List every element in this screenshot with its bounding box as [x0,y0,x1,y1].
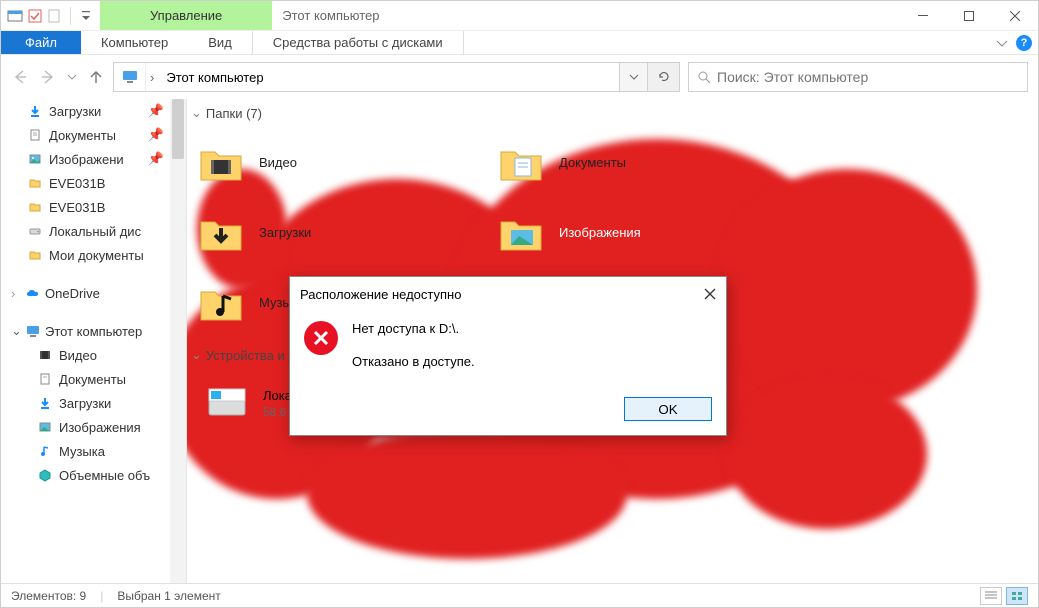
search-icon [697,70,711,84]
sidebar-pc-3dobjects[interactable]: Объемные объ [1,463,186,487]
error-icon [304,321,338,355]
folder-icon [27,199,43,215]
images-icon [27,151,43,167]
address-bar[interactable]: › Этот компьютер [113,62,680,92]
quick-access-toolbar [1,1,100,30]
new-folder-icon[interactable] [47,8,63,24]
tab-computer[interactable]: Компьютер [81,31,188,54]
address-history-dropdown[interactable] [619,63,647,91]
sidebar-item-my-documents[interactable]: Мои документы [1,243,186,267]
qat-chevron-icon[interactable] [78,8,94,24]
onedrive-icon [25,285,41,301]
properties-icon[interactable] [27,8,43,24]
search-box[interactable] [688,62,1028,92]
explorer-window: Управление Этот компьютер Файл Компьютер… [0,0,1039,608]
this-pc-icon [25,323,41,339]
ribbon-context-tab[interactable]: Управление [100,1,272,30]
qat-separator [70,7,71,25]
nav-history-icon[interactable] [67,72,77,82]
dialog-message: Нет доступа к D:\. Отказано в доступе. [352,321,475,387]
sidebar-pc-downloads[interactable]: Загрузки [1,391,186,415]
sidebar-item-documents[interactable]: Документы 📌 [1,123,186,147]
images-icon [497,208,545,256]
this-pc-icon [114,63,146,91]
folder-downloads[interactable]: Загрузки [187,197,487,267]
ribbon-expand-icon[interactable] [996,37,1008,49]
error-dialog: Расположение недоступно Нет доступа к D:… [289,276,727,436]
downloads-icon [197,208,245,256]
chevron-down-icon: ⌄ [191,347,202,363]
videos-icon [37,347,53,363]
tab-disk-tools[interactable]: Средства работы с дисками [252,31,464,54]
maximize-button[interactable] [946,1,992,30]
folder-documents[interactable]: Документы [487,127,787,197]
file-tab[interactable]: Файл [1,31,81,54]
sidebar-pc-images[interactable]: Изображения [1,415,186,439]
documents-icon [37,371,53,387]
videos-icon [197,138,245,186]
view-icons-button[interactable] [1006,587,1028,605]
folder-images[interactable]: Изображения [487,197,787,267]
app-icon [7,8,23,24]
chevron-right-icon[interactable]: › [11,286,21,301]
dialog-close-icon[interactable] [704,288,716,300]
sidebar-pc-documents[interactable]: Документы [1,367,186,391]
sidebar-pc-music[interactable]: Музыка [1,439,186,463]
minimize-button[interactable] [900,1,946,30]
pin-icon: 📌 [148,103,164,119]
nav-bar: › Этот компьютер [1,55,1038,99]
view-details-button[interactable] [980,587,1002,605]
window-controls [900,1,1038,30]
crumb-chevron-icon[interactable]: › [146,63,158,91]
sidebar-this-pc[interactable]: ⌄ Этот компьютер [1,319,186,343]
titlebar: Управление Этот компьютер [1,1,1038,31]
folder-icon [27,247,43,263]
close-button[interactable] [992,1,1038,30]
dialog-titlebar[interactable]: Расположение недоступно [290,277,726,311]
documents-icon [497,138,545,186]
scrollbar-thumb[interactable] [172,99,184,159]
group-header-folders[interactable]: ⌄ Папки (7) [187,99,1038,127]
sidebar-item-images[interactable]: Изображени 📌 [1,147,186,171]
status-count: Элементов: 9 [11,589,86,603]
sidebar-item-folder-1[interactable]: EVE031B [1,171,186,195]
nav-pane: Загрузки 📌 Документы 📌 Изображени 📌 EVE0… [1,99,187,583]
breadcrumb[interactable]: Этот компьютер [158,63,619,91]
status-bar: Элементов: 9 | Выбран 1 элемент [1,583,1038,607]
nav-back-icon[interactable] [11,68,29,86]
sidebar-pc-videos[interactable]: Видео [1,343,186,367]
ribbon-tabs: Файл Компьютер Вид Средства работы с дис… [1,31,1038,55]
nav-forward-icon[interactable] [39,68,57,86]
folder-videos[interactable]: Видео [187,127,487,197]
refresh-button[interactable] [647,63,679,91]
context-tab-label: Управление [150,8,222,23]
nav-up-icon[interactable] [87,68,105,86]
sidebar-item-downloads[interactable]: Загрузки 📌 [1,99,186,123]
window-title: Этот компьютер [272,1,900,30]
documents-icon [27,127,43,143]
dialog-ok-button[interactable]: OK [624,397,712,421]
sidebar-onedrive[interactable]: › OneDrive [1,281,186,305]
downloads-icon [37,395,53,411]
pin-icon: 📌 [148,127,164,143]
tab-view[interactable]: Вид [188,31,252,54]
music-icon [37,443,53,459]
chevron-down-icon[interactable]: ⌄ [11,323,21,339]
pin-icon: 📌 [148,151,164,167]
downloads-icon [27,103,43,119]
sidebar-item-folder-2[interactable]: EVE031B [1,195,186,219]
chevron-down-icon: ⌄ [191,105,202,121]
dialog-title: Расположение недоступно [300,287,461,302]
drive-icon [203,379,251,427]
folder-icon [27,175,43,191]
sidebar-item-local-disk[interactable]: Локальный дис [1,219,186,243]
images-icon [37,419,53,435]
drive-icon [27,223,43,239]
search-input[interactable] [717,69,1019,85]
music-icon [197,278,245,326]
help-icon[interactable]: ? [1016,35,1032,51]
sidebar-scrollbar[interactable] [170,99,186,583]
objects3d-icon [37,467,53,483]
status-selection: Выбран 1 элемент [117,589,220,603]
